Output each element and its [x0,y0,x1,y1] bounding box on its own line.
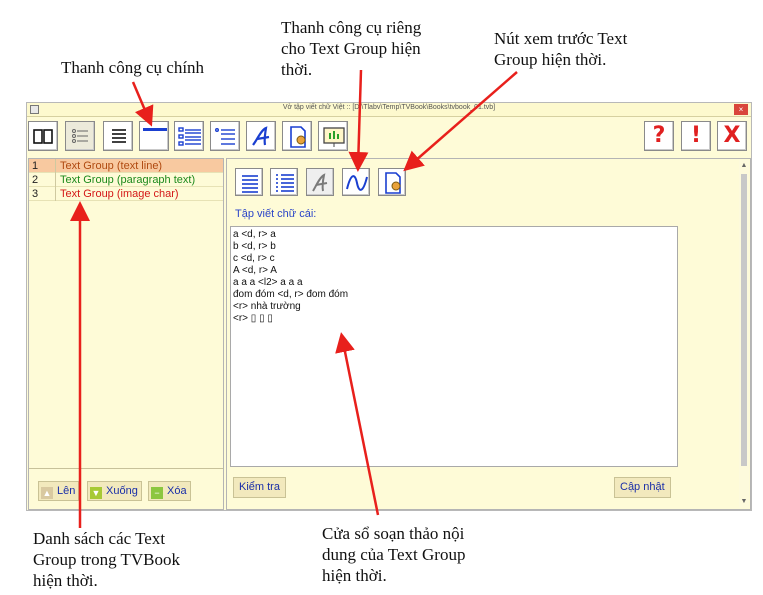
update-button[interactable]: Cập nhật [614,477,671,498]
line-bar-icon [143,128,167,131]
delete-button[interactable]: − Xóa [148,481,191,501]
group-editor-panel: Tập viết chữ cái: a <d, r> a b <d, r> b … [226,158,751,510]
editor-line: A <d, r> A [233,265,277,276]
editor-line: b <d, r> b [233,241,276,252]
annotation-line: Nút xem trước Text [494,29,628,48]
editor-line: đom đóm <d, r> đom đóm [233,289,349,300]
image-char-button[interactable] [210,121,240,151]
bullet-lines-button[interactable] [270,168,298,196]
group-name: Text Group (paragraph text) [60,174,196,186]
paragraph-button[interactable] [174,121,204,151]
annotation-line: Group hiện thời. [494,50,607,69]
group-row[interactable]: 1 Text Group (text line) [29,159,223,173]
move-up-button[interactable]: ▲ Lên [38,481,80,501]
group-row[interactable]: 3 Text Group (image char) [29,187,223,201]
annotation-line: cho Text Group hiện [281,39,421,58]
editor-line: a <d, r> a [233,229,276,240]
annotation-preview-button: Nút xem trước Text Group hiện thời. [494,28,627,70]
presentation-button[interactable] [318,121,348,151]
info-button[interactable]: ! [681,121,711,151]
two-pane-button[interactable] [28,121,58,151]
delete-label: Xóa [167,485,187,497]
line-bar-button[interactable] [139,121,169,151]
image-char-icon [214,127,235,145]
bullet-list-icon [72,129,88,143]
window-title: Vở tập viết chữ Việt :: [D:\Tlabv\Temp\T… [282,104,496,111]
wave-icon [346,175,368,191]
help-button[interactable]: ? [644,121,674,151]
group-number: 2 [29,173,56,187]
annotation-line: Cửa sổ soạn thảo nội [322,524,465,543]
annotation-line: hiện thời. [322,566,387,585]
bullet-lines-icon [276,174,294,192]
preview-button[interactable] [378,168,406,196]
font-button[interactable] [306,168,334,196]
annotation-group-list: Danh sách các Text Group trong TVBook hi… [33,528,180,591]
arrow-down-icon: ▼ [90,487,102,499]
editor-line: a a a <l2> a a a [233,277,303,288]
title-bar: Vở tập viết chữ Việt :: [D:\Tlabv\Temp\T… [27,103,751,117]
document-preview-icon [385,172,401,194]
annotation-line: hiện thời. [33,571,98,590]
two-pane-icon [33,129,53,144]
group-name: Text Group (text line) [60,160,163,172]
annotation-line: dung của Text Group [322,545,466,564]
annotation-line: Group trong TVBook [33,550,181,569]
group-number: 3 [29,187,56,201]
document-preview-icon [290,126,306,148]
text-line-icon [112,129,126,143]
annotation-main-toolbar: Thanh công cụ chính [61,58,205,77]
arrow-up-icon: ▲ [41,487,53,499]
font-a-icon [252,126,270,146]
text-lines-button[interactable] [235,168,263,196]
group-row[interactable]: 2 Text Group (paragraph text) [29,173,223,187]
editor-line: c <d, r> c [233,253,275,264]
annotation-line: Danh sách các Text [33,529,166,548]
document-preview-button[interactable] [282,121,312,151]
app-window: Vở tập viết chữ Việt :: [D:\Tlabv\Temp\T… [26,102,752,511]
minus-icon: − [151,487,163,499]
move-down-label: Xuống [106,485,138,497]
group-name: Text Group (image char) [60,188,179,200]
bullet-list-button[interactable] [65,121,95,151]
text-line-button[interactable] [103,121,133,151]
scroll-up-icon[interactable]: ▲ [739,161,749,171]
group-list: 1 Text Group (text line) 2 Text Group (p… [29,159,223,201]
presentation-icon [323,127,345,147]
scroll-thumb[interactable] [741,174,747,466]
move-up-label: Lên [57,485,76,497]
scroll-down-icon[interactable]: ▼ [739,497,749,507]
annotation-editor: Cửa sổ soạn thảo nội dung của Text Group… [322,523,465,586]
content-editor[interactable]: a <d, r> a b <d, r> b c <d, r> c A <d, r… [230,226,678,467]
text-lines-icon [242,175,258,193]
list-footer: ▲ Lên ▼ Xuống − Xóa [29,468,223,509]
exit-button[interactable]: X [717,121,747,151]
annotation-line: Thanh công cụ riêng [281,18,422,37]
move-down-button[interactable]: ▼ Xuống [87,481,142,501]
window-close-button[interactable]: × [734,104,748,115]
annotation-group-toolbar: Thanh công cụ riêng cho Text Group hiện … [281,17,421,80]
font-button[interactable] [246,121,276,151]
font-a-icon [312,173,328,192]
group-list-panel: 1 Text Group (text line) 2 Text Group (p… [28,158,224,510]
annotation-line: thời. [281,60,313,79]
check-button[interactable]: Kiểm tra [233,477,286,498]
wave-button[interactable] [342,168,370,196]
vertical-scrollbar[interactable]: ▲ ▼ [739,160,749,508]
editor-line: <r> nhà trường [233,301,301,312]
editor-label: Tập viết chữ cái: [235,208,317,220]
group-number: 1 [29,159,56,173]
paragraph-icon [178,127,201,146]
editor-line: <r> ▯ ▯ ▯ [233,313,273,324]
